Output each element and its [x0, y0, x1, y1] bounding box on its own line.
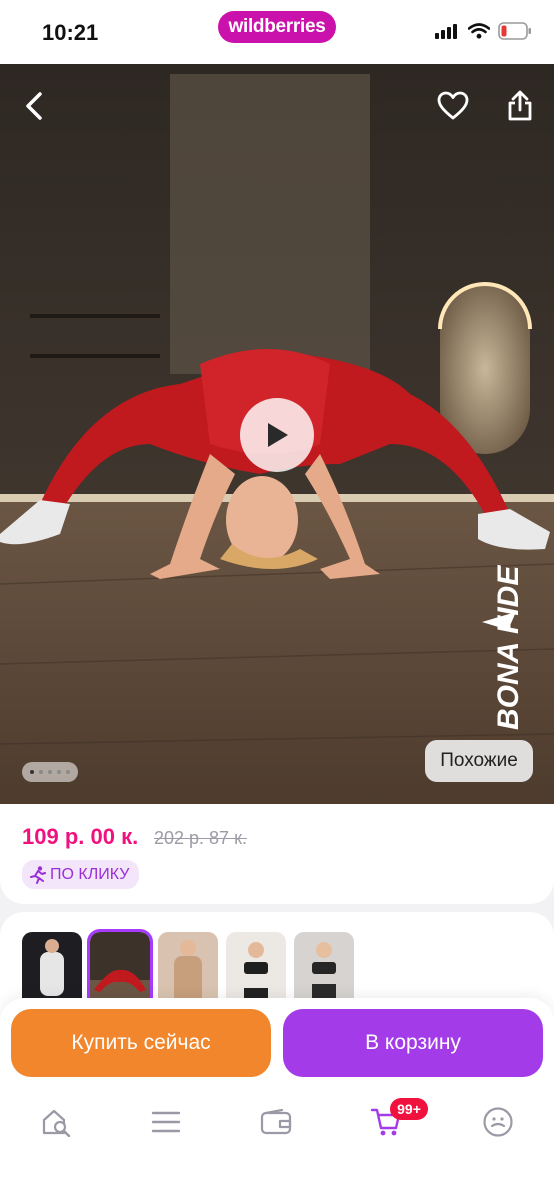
brand-logo-pill[interactable]: wildberries	[218, 11, 336, 43]
product-media-gallery[interactable]: BONA FIDE Похожие	[0, 64, 554, 804]
promo-badge[interactable]: ПО КЛИКУ	[22, 860, 140, 889]
nav-cart[interactable]: 99+	[358, 1098, 428, 1144]
similar-products-button[interactable]: Похожие	[425, 740, 533, 782]
menu-icon	[151, 1111, 181, 1133]
pagination-dot	[48, 770, 52, 774]
play-video-button[interactable]	[240, 398, 314, 472]
price-card: 109 р. 00 к. 202 р. 87 к. ПО КЛИКУ	[0, 804, 554, 904]
profile-icon	[483, 1107, 513, 1137]
add-to-cart-button[interactable]: В корзину	[283, 1009, 543, 1077]
pagination-dot	[66, 770, 70, 774]
favorite-button[interactable]	[431, 84, 475, 128]
bottom-navigation: 99+	[0, 1090, 554, 1200]
current-price: 109 р. 00 к.	[22, 824, 139, 849]
status-icons	[434, 22, 532, 40]
share-icon	[508, 90, 532, 121]
share-button[interactable]	[498, 84, 542, 128]
pagination-dot	[30, 770, 34, 774]
nav-profile[interactable]	[470, 1100, 526, 1144]
pagination-dot	[39, 770, 43, 774]
running-person-icon	[30, 865, 46, 884]
wifi-icon	[468, 23, 490, 39]
old-price: 202 р. 87 к.	[154, 828, 247, 848]
back-arrow-icon	[26, 92, 42, 120]
nav-wallet[interactable]	[248, 1100, 304, 1144]
pagination-dot	[57, 770, 61, 774]
buy-now-button[interactable]: Купить сейчас	[11, 1009, 271, 1077]
promo-label: ПО КЛИКУ	[50, 865, 130, 883]
cart-count-badge: 99+	[390, 1098, 428, 1120]
gallery-pagination	[22, 762, 78, 782]
svg-text:BONA: BONA	[492, 642, 525, 730]
cellular-signal-icon	[435, 24, 457, 39]
nav-catalog[interactable]	[138, 1100, 194, 1144]
play-icon	[268, 423, 288, 447]
status-bar: 10:21 wildberries	[0, 0, 554, 64]
battery-low-icon	[498, 22, 531, 40]
back-button[interactable]	[12, 84, 56, 128]
status-time: 10:21	[42, 20, 99, 45]
purchase-action-bar: Купить сейчас В корзину	[0, 998, 554, 1098]
nav-home[interactable]	[28, 1100, 84, 1144]
home-search-icon	[42, 1109, 71, 1137]
heart-icon	[437, 91, 469, 120]
brand-watermark-logo: BONA FIDE	[482, 565, 525, 730]
product-page: 10:21 wildberries BONA FIDE Похожие 109 …	[0, 0, 554, 1200]
wallet-icon	[260, 1109, 292, 1135]
